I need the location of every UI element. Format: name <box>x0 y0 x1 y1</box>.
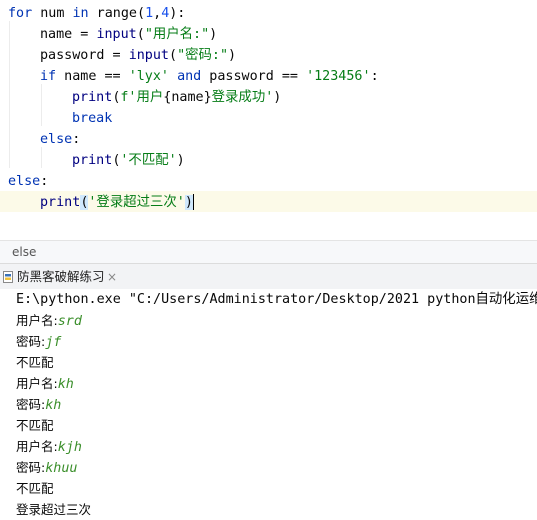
code-text: name == <box>56 69 129 84</box>
run-tab-label: 防黑客破解练习 <box>17 269 105 284</box>
builtin-call: print <box>40 195 81 210</box>
console-output-line: 密码:khuu <box>16 457 77 478</box>
keyword: if <box>40 69 57 84</box>
python-file-icon <box>3 271 13 283</box>
console-user-input: kh <box>45 398 62 413</box>
console-output-line: 密码:kh <box>16 394 61 415</box>
code-text: ( <box>136 27 145 42</box>
code-text: {name} <box>163 90 212 105</box>
console-prompt: 密码: <box>16 460 46 475</box>
code-text: range <box>88 6 137 21</box>
console-prompt: 用户名: <box>16 439 58 454</box>
run-console[interactable]: E:\python.exe "C:/Users/Administrator/De… <box>0 289 537 520</box>
keyword: in <box>72 6 89 21</box>
code-text: : <box>40 174 49 189</box>
number-literal: 1 <box>145 6 154 21</box>
code-line-10[interactable]: print('登录超过三次') <box>40 192 194 213</box>
keyword: else <box>8 174 41 189</box>
code-text: ( <box>137 6 146 21</box>
matched-bracket: ) <box>184 195 193 210</box>
keyword: else <box>40 132 73 147</box>
code-text: ) <box>273 90 282 105</box>
string-literal: '不匹配' <box>120 153 177 168</box>
code-line-9[interactable]: else: <box>8 171 48 192</box>
string-literal: '123456' <box>306 69 371 84</box>
console-prompt: 不匹配 <box>16 355 54 370</box>
code-text: password = <box>40 48 129 63</box>
console-user-input: srd <box>57 314 82 329</box>
code-line-3[interactable]: password = input("密码:") <box>40 45 236 66</box>
code-text: ( <box>169 48 178 63</box>
console-output-line: 用户名:kjh <box>16 436 82 457</box>
run-tab[interactable]: 防黑客破解练习 × <box>0 263 537 290</box>
indent-guide <box>41 147 42 168</box>
string-literal: "用户名:" <box>144 27 210 42</box>
code-line-1[interactable]: for num in range(1,4): <box>8 3 185 24</box>
code-text: ) <box>228 48 237 63</box>
console-output-line: 不匹配 <box>16 415 54 436</box>
string-literal: 'lyx' <box>128 69 169 84</box>
builtin-call: print <box>72 153 113 168</box>
console-prompt: 密码: <box>16 397 46 412</box>
console-prompt: 用户名: <box>16 376 58 391</box>
console-user-input: kjh <box>57 440 82 455</box>
close-icon[interactable]: × <box>107 264 117 290</box>
code-text: ) <box>176 153 185 168</box>
builtin-call: input <box>96 27 137 42</box>
code-text: , <box>153 6 162 21</box>
code-line-5[interactable]: print(f'用户{name}登录成功') <box>72 87 281 108</box>
string-literal: '登录超过三次' <box>88 195 185 210</box>
code-text: : <box>72 132 81 147</box>
builtin-call: print <box>72 90 113 105</box>
code-text: ): <box>169 6 186 21</box>
keyword: for <box>8 6 33 21</box>
code-text: ) <box>209 27 218 42</box>
console-output-line: 不匹配 <box>16 352 54 373</box>
string-literal: 登录成功' <box>211 90 274 105</box>
indent-guide <box>41 84 42 126</box>
code-line-6[interactable]: break <box>72 108 112 129</box>
keyword: and <box>177 69 202 84</box>
console-prompt: 不匹配 <box>16 481 54 496</box>
console-prompt: 用户名: <box>16 313 58 328</box>
builtin-call: input <box>128 48 169 63</box>
breadcrumb-item[interactable]: else <box>12 245 36 259</box>
console-command-line: E:\python.exe "C:/Users/Administrator/De… <box>16 292 537 307</box>
console-output-line: 用户名:srd <box>16 310 82 331</box>
console-output-line: 用户名:kh <box>16 373 74 394</box>
console-prompt: 不匹配 <box>16 418 54 433</box>
console-user-input: jf <box>45 335 62 350</box>
console-user-input: khuu <box>45 461 78 476</box>
code-line-8[interactable]: print('不匹配') <box>72 150 185 171</box>
text-caret <box>192 194 194 210</box>
string-literal: "密码:" <box>177 48 229 63</box>
console-output-line: 密码:jf <box>16 331 61 352</box>
breadcrumb[interactable]: else <box>0 240 537 263</box>
code-line-2[interactable]: name = input("用户名:") <box>40 24 217 45</box>
indent-guide <box>9 21 10 168</box>
code-text: : <box>370 69 379 84</box>
code-text: num <box>32 6 73 21</box>
code-text: password == <box>201 69 307 84</box>
code-line-7[interactable]: else: <box>40 129 80 150</box>
code-text: name = <box>40 27 97 42</box>
console-output-line: 登录超过三次 <box>16 499 91 520</box>
string-literal: f'用户 <box>120 90 164 105</box>
code-editor[interactable]: for num in range(1,4): name = input("用户名… <box>0 0 537 240</box>
console-user-input: kh <box>57 377 74 392</box>
console-prompt: 密码: <box>16 334 46 349</box>
code-line-4[interactable]: if name == 'lyx' and password == '123456… <box>40 66 379 87</box>
keyword: break <box>72 111 113 126</box>
console-prompt: 登录超过三次 <box>16 502 92 517</box>
console-output-line: 不匹配 <box>16 478 54 499</box>
